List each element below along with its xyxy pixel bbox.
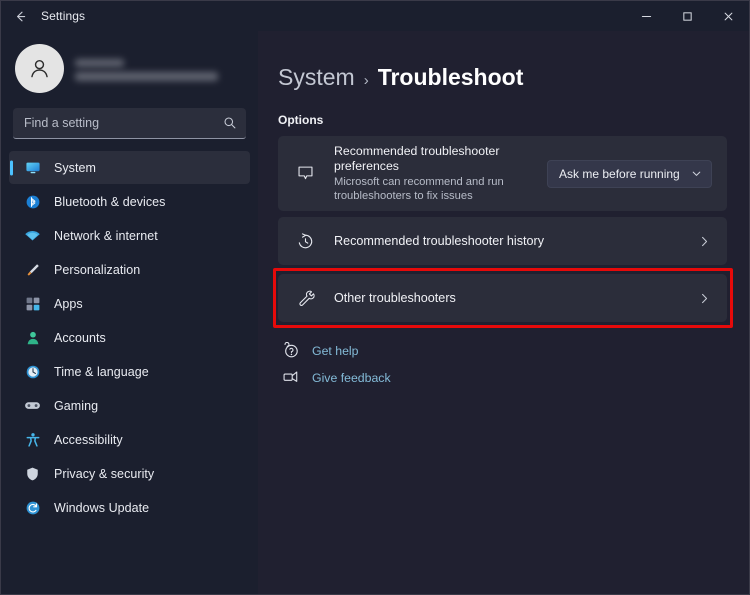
main-content: System › Troubleshoot Options Recommende… [258,31,749,594]
get-help-link[interactable]: Get help [278,342,727,359]
sidebar-item-label: Accounts [54,330,106,345]
sidebar-item-label: Personalization [54,262,141,277]
close-button[interactable] [708,1,749,31]
update-icon [24,499,41,516]
avatar [15,44,64,93]
card-subtitle: Microsoft can recommend and run troubles… [334,176,504,202]
account-email-redacted [75,71,218,81]
sidebar-item-label: Network & internet [54,228,158,243]
breadcrumb-parent[interactable]: System [278,64,355,91]
sidebar-item-accessibility[interactable]: Accessibility [9,423,250,456]
card-title: Recommended troubleshooter history [334,234,545,248]
sidebar-item-label: System [54,160,96,175]
titlebar: Settings [1,1,749,31]
titlebar-title: Settings [41,9,86,23]
window-controls [626,1,749,31]
sidebar-item-label: Windows Update [54,500,150,515]
give-feedback-link[interactable]: Give feedback [278,369,727,386]
sidebar: System Bluetooth & devices [1,31,258,594]
sidebar-item-label: Privacy & security [54,466,155,481]
chevron-right-icon: › [363,72,369,89]
history-icon [294,232,316,251]
chevron-down-icon[interactable] [691,168,702,179]
dropdown-value: Ask me before running [559,166,680,181]
window-body: System Bluetooth & devices [1,31,749,594]
sidebar-item-bluetooth-and-devices[interactable]: Bluetooth & devices [9,185,250,218]
link-label: Get help [312,343,359,358]
highlight-group-other-troubleshooters: Other troubleshooters [273,268,733,328]
sidebar-item-network-and-internet[interactable]: Network & internet [9,219,250,252]
monitor-icon [24,159,41,176]
maximize-button[interactable] [667,1,708,31]
sidebar-item-label: Time & language [54,364,149,379]
sidebar-item-label: Gaming [54,398,99,413]
shield-icon [24,465,41,482]
sidebar-item-accounts[interactable]: Accounts [9,321,250,354]
card-title: Other troubleshooters [334,291,456,305]
card-recommended-troubleshooter-preferences[interactable]: Recommended troubleshooter preferences M… [278,136,727,211]
sidebar-item-time-and-language[interactable]: Time & language [9,355,250,388]
sidebar-nav: System Bluetooth & devices Network & int… [9,151,250,524]
link-label: Give feedback [312,370,391,385]
sidebar-item-system[interactable]: System [9,151,250,184]
account-block[interactable] [9,31,250,105]
bluetooth-icon [24,193,41,210]
apps-grid-icon [24,295,41,312]
sidebar-item-windows-update[interactable]: Windows Update [9,491,250,524]
card-title: Recommended troubleshooter preferences [334,144,500,173]
wrench-icon [294,289,316,308]
accessibility-icon [24,431,41,448]
sidebar-item-label: Bluetooth & devices [54,194,166,209]
sidebar-item-apps[interactable]: Apps [9,287,250,320]
speech-bubble-icon [294,164,316,183]
clock-icon [24,363,41,380]
account-icon [24,329,41,346]
sidebar-item-privacy-and-security[interactable]: Privacy & security [9,457,250,490]
feedback-icon [281,369,299,386]
sidebar-item-personalization[interactable]: Personalization [9,253,250,286]
account-name-redacted [75,58,124,67]
card-other-troubleshooters[interactable]: Other troubleshooters [278,274,727,322]
wifi-icon [24,227,41,244]
recommended-troubleshooter-preferences-dropdown[interactable]: Ask me before running [547,159,712,188]
search-icon[interactable] [223,116,237,130]
card-text: Recommended troubleshooter history [334,234,696,248]
page-title: Troubleshoot [377,64,524,90]
card-text: Other troubleshooters [334,291,696,305]
account-text [75,57,218,81]
chevron-right-icon[interactable] [696,235,712,248]
sidebar-item-label: Accessibility [54,432,123,447]
card-text: Recommended troubleshooter preferences M… [334,144,547,203]
settings-window: Settings Find a setting System Bluetooth… [0,0,750,595]
sidebar-item-label: Apps [54,296,83,311]
back-button[interactable] [1,1,39,31]
help-icon [281,342,299,359]
section-label-options: Options [278,113,324,127]
minimize-button[interactable] [626,1,667,31]
search-input[interactable] [24,116,223,130]
footer-links: Get help Give feedback [278,342,727,386]
chevron-right-icon[interactable] [696,292,712,305]
paintbrush-icon [24,261,41,278]
card-recommended-troubleshooter-history[interactable]: Recommended troubleshooter history [278,217,727,265]
search-box[interactable] [13,108,246,139]
sidebar-item-gaming[interactable]: Gaming [9,389,250,422]
gamepad-icon [24,397,41,414]
breadcrumb: System › Troubleshoot [278,64,727,91]
